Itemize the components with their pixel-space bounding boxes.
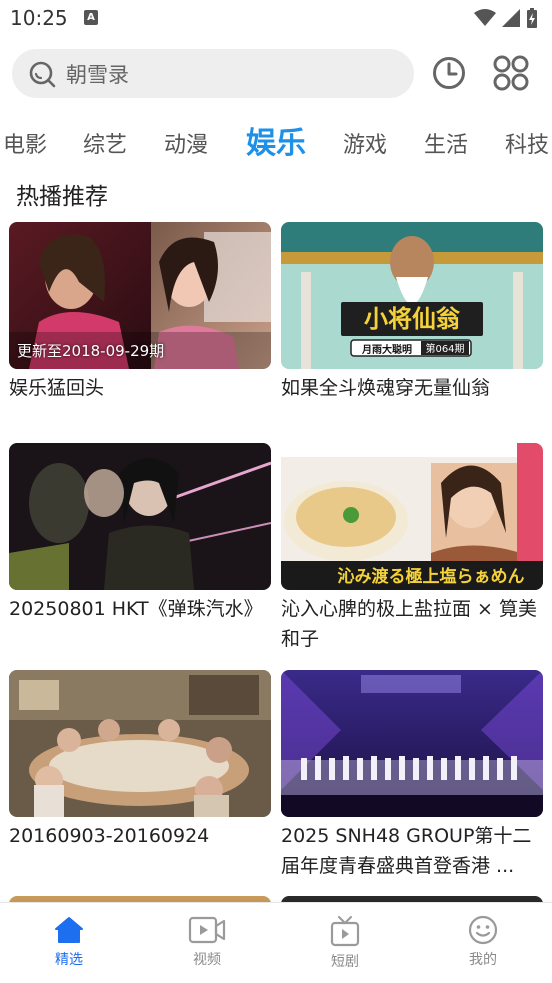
video-thumbnail[interactable]: [9, 670, 271, 817]
category-tabs: 电影 综艺 动漫 娱乐 游戏 生活 科技: [0, 112, 552, 164]
video-title[interactable]: 20160903-20160924: [9, 821, 271, 851]
tab-games[interactable]: 游戏: [343, 127, 387, 159]
apps-grid-icon[interactable]: [493, 55, 529, 91]
nav-label: 我的: [469, 952, 497, 968]
bottom-nav: 精选 视频 短剧 我的: [0, 902, 552, 983]
thumbnail-overlay-subtitle: 月雨大聪明: [361, 343, 412, 356]
tab-life[interactable]: 生活: [424, 127, 468, 159]
video-card[interactable]: 更新至2018-09-29期 娱乐猛回头: [9, 222, 271, 403]
nav-me[interactable]: 我的: [438, 915, 528, 969]
tv-icon: [330, 916, 360, 947]
video-card[interactable]: 20250801 HKT《弹珠汽水》: [9, 443, 271, 624]
video-card[interactable]: 沁み渡る極上塩らぁめん 沁入心脾的极上盐拉面 × 筧美和子: [281, 443, 543, 654]
video-title[interactable]: 娱乐猛回头: [9, 373, 271, 403]
status-time: 10:25: [10, 6, 68, 30]
smiley-icon: [468, 915, 498, 945]
status-bar: 10:25 A: [0, 0, 552, 38]
thumbnail-overlay-episode: 第064期: [425, 342, 464, 355]
video-thumbnail[interactable]: 小将仙翁 月雨大聪明 第064期: [281, 222, 543, 369]
tab-tech[interactable]: 科技: [505, 127, 549, 159]
video-thumbnail[interactable]: [281, 670, 543, 817]
battery-icon: [527, 8, 537, 28]
update-badge: 更新至2018-09-29期: [17, 342, 165, 360]
video-card[interactable]: 20160903-20160924: [9, 670, 271, 851]
video-card[interactable]: 小将仙翁 月雨大聪明 第064期 如果全斗焕魂穿无量仙翁: [281, 222, 543, 403]
notification-icon: A: [84, 10, 98, 25]
video-title[interactable]: 如果全斗焕魂穿无量仙翁: [281, 373, 543, 403]
history-icon[interactable]: [432, 56, 466, 90]
signal-icon: [502, 9, 520, 27]
nav-short-drama[interactable]: 短剧: [300, 915, 390, 971]
search-icon: [29, 61, 56, 87]
tab-movies[interactable]: 电影: [3, 127, 47, 159]
video-thumbnail[interactable]: 更新至2018-09-29期: [9, 222, 271, 369]
nav-label: 精选: [55, 952, 83, 968]
video-icon: [188, 916, 226, 944]
video-title[interactable]: 20250801 HKT《弹珠汽水》: [9, 594, 271, 624]
home-icon: [55, 917, 83, 943]
nav-label: 短剧: [331, 954, 359, 970]
tab-variety[interactable]: 综艺: [83, 127, 127, 159]
video-title[interactable]: 2025 SNH48 GROUP第十二届年度青春盛典首登香港 ...: [281, 821, 543, 881]
search-placeholder: 朝雪录: [66, 62, 129, 87]
video-title[interactable]: 沁入心脾的极上盐拉面 × 筧美和子: [281, 594, 543, 654]
tab-entertainment[interactable]: 娱乐: [246, 118, 306, 162]
thumbnail-overlay-title: 小将仙翁: [364, 305, 460, 333]
section-title: 热播推荐: [16, 184, 108, 210]
status-icons: [474, 8, 538, 28]
nav-video[interactable]: 视频: [162, 915, 252, 969]
video-card[interactable]: 2025 SNH48 GROUP第十二届年度青春盛典首登香港 ...: [281, 670, 543, 881]
video-thumbnail[interactable]: 沁み渡る極上塩らぁめん: [281, 443, 543, 590]
nav-featured[interactable]: 精选: [24, 915, 114, 969]
video-thumbnail[interactable]: [9, 443, 271, 590]
thumbnail-overlay-text: 沁み渡る極上塩らぁめん: [338, 566, 525, 587]
tab-anime[interactable]: 动漫: [164, 127, 208, 159]
search-bar[interactable]: 朝雪录: [12, 49, 414, 98]
wifi-icon: [474, 9, 496, 26]
nav-label: 视频: [193, 952, 221, 968]
